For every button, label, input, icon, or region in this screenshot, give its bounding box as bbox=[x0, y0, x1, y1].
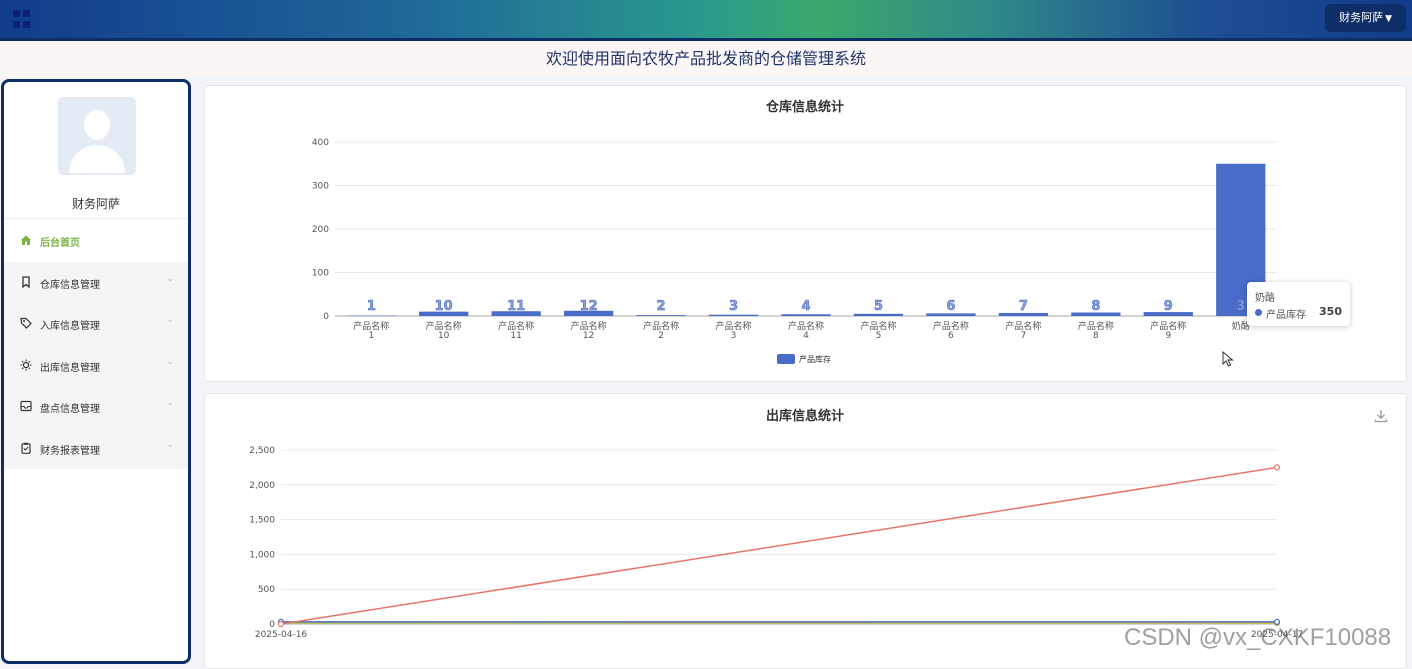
download-icon[interactable] bbox=[1373, 408, 1389, 424]
sidebar-item-label: 盘点信息管理 bbox=[40, 400, 100, 415]
legend-swatch bbox=[777, 354, 795, 364]
welcome-banner: 欢迎使用面向农牧产品批发商的仓储管理系统 bbox=[0, 41, 1412, 77]
mouse-cursor-icon bbox=[1222, 351, 1234, 367]
x-tick-label: 4 bbox=[803, 331, 809, 341]
x-tick-label: 7 bbox=[1021, 331, 1027, 341]
bar-value-label: 3 bbox=[1236, 299, 1245, 314]
x-tick-label: 6 bbox=[948, 331, 954, 341]
data-point bbox=[279, 622, 284, 627]
y-tick-label: 100 bbox=[312, 269, 329, 279]
bar bbox=[709, 315, 758, 316]
chart-tooltip: 奶酪 产品库存 350 bbox=[1247, 282, 1350, 326]
sidebar-item-label: 仓库信息管理 bbox=[40, 276, 100, 291]
sidebar-menu: 后台首页 仓库信息管理 ⌄ 入库信息管理 ⌄ 出库信息管理 ⌄ bbox=[4, 220, 188, 469]
chevron-down-icon: ⌄ bbox=[166, 440, 174, 450]
y-tick-label: 2,500 bbox=[249, 446, 275, 456]
x-tick-label: 1 bbox=[368, 331, 374, 341]
sidebar-item-home[interactable]: 后台首页 bbox=[4, 220, 188, 262]
sidebar-item-label: 财务报表管理 bbox=[40, 442, 100, 457]
divider bbox=[4, 218, 188, 219]
sidebar-item-label: 入库信息管理 bbox=[40, 317, 100, 332]
data-point bbox=[1275, 465, 1280, 470]
bookmark-icon bbox=[20, 276, 32, 288]
chart-title: 出库信息统计 bbox=[766, 408, 844, 424]
bar bbox=[854, 314, 903, 316]
x-tick-label: 2 bbox=[658, 331, 664, 341]
bar bbox=[636, 315, 685, 316]
x-tick-label: 9 bbox=[1165, 331, 1171, 341]
x-tick-label: 3 bbox=[731, 331, 737, 341]
x-tick-label: 10 bbox=[438, 331, 450, 341]
bar-value-label: 7 bbox=[1019, 299, 1028, 314]
series-dot-icon bbox=[1255, 309, 1262, 316]
x-tick-label: 12 bbox=[583, 331, 594, 341]
chevron-down-icon: ⌄ bbox=[166, 315, 174, 325]
home-icon bbox=[20, 234, 32, 246]
chevron-down-icon: ⌄ bbox=[166, 274, 174, 284]
y-tick-label: 400 bbox=[312, 138, 329, 148]
sidebar-item-finance-report[interactable]: 财务报表管理 ⌄ bbox=[4, 428, 188, 470]
warehouse-bar-chart: 仓库信息统计 0100200300400 1产品名称110产品名称1011产品名… bbox=[205, 86, 1406, 381]
y-tick-label: 0 bbox=[323, 312, 329, 322]
y-tick-label: 200 bbox=[312, 225, 329, 235]
x-tick-label: 2025-04-16 bbox=[255, 630, 308, 640]
chevron-down-icon: ▼ bbox=[1385, 14, 1392, 24]
x-tick-label: 8 bbox=[1093, 331, 1099, 341]
y-tick-label: 300 bbox=[312, 182, 329, 192]
x-tick-label: 5 bbox=[876, 331, 882, 341]
bar-value-label: 12 bbox=[580, 299, 598, 314]
bar bbox=[781, 314, 830, 316]
y-tick-label: 1,000 bbox=[249, 550, 275, 560]
tag-icon bbox=[20, 317, 32, 329]
y-tick-label: 1,500 bbox=[249, 516, 275, 526]
sidebar-item-warehouse[interactable]: 仓库信息管理 ⌄ bbox=[4, 262, 188, 304]
y-tick-label: 2,000 bbox=[249, 481, 275, 491]
bar-value-label: 4 bbox=[801, 299, 810, 314]
sidebar-item-label: 出库信息管理 bbox=[40, 359, 100, 374]
menu-grid-icon[interactable] bbox=[13, 10, 31, 28]
sidebar: 财务阿萨 后台首页 仓库信息管理 ⌄ 入库信息管理 ⌄ 出库信 bbox=[1, 79, 191, 664]
sidebar-item-inventory-check[interactable]: 盘点信息管理 ⌄ bbox=[4, 386, 188, 428]
sidebar-username: 财务阿萨 bbox=[4, 195, 188, 212]
y-tick-label: 500 bbox=[258, 585, 275, 595]
legend-label: 产品库存 bbox=[799, 354, 831, 364]
clipboard-icon bbox=[20, 442, 32, 454]
bar-value-label: 8 bbox=[1091, 299, 1100, 314]
x-tick-label: 11 bbox=[510, 331, 521, 341]
user-menu-label: 财务阿萨 bbox=[1339, 11, 1383, 24]
bar-value-label: 10 bbox=[435, 299, 453, 314]
user-menu-button[interactable]: 财务阿萨▼ bbox=[1325, 4, 1406, 32]
top-navbar: 财务阿萨▼ bbox=[0, 0, 1412, 41]
sun-icon bbox=[20, 359, 32, 371]
tooltip-title: 奶酪 bbox=[1255, 289, 1275, 304]
sidebar-item-label: 后台首页 bbox=[40, 234, 80, 249]
series-line bbox=[281, 467, 1277, 624]
bar-value-label: 2 bbox=[657, 299, 666, 314]
watermark: CSDN @vx_CXKF10088 bbox=[1124, 624, 1391, 652]
tooltip-series: 产品库存 bbox=[1266, 306, 1306, 321]
tooltip-value: 350 bbox=[1319, 305, 1342, 318]
chart-title: 仓库信息统计 bbox=[765, 99, 844, 115]
inbox-icon bbox=[20, 400, 32, 412]
bar-value-label: 6 bbox=[946, 299, 955, 314]
bar-value-label: 3 bbox=[729, 299, 738, 314]
bar-value-label: 5 bbox=[874, 299, 883, 314]
chevron-down-icon: ⌄ bbox=[166, 398, 174, 408]
sidebar-item-inbound[interactable]: 入库信息管理 ⌄ bbox=[4, 303, 188, 345]
warehouse-stats-panel: 仓库信息统计 0100200300400 1产品名称110产品名称1011产品名… bbox=[204, 85, 1407, 382]
chevron-down-icon: ⌄ bbox=[166, 357, 174, 367]
bar-value-label: 11 bbox=[507, 299, 525, 314]
y-tick-label: 0 bbox=[269, 620, 275, 630]
sidebar-item-outbound[interactable]: 出库信息管理 ⌄ bbox=[4, 345, 188, 387]
avatar bbox=[58, 97, 136, 175]
bar-value-label: 1 bbox=[367, 299, 376, 314]
bar-value-label: 9 bbox=[1164, 299, 1173, 314]
